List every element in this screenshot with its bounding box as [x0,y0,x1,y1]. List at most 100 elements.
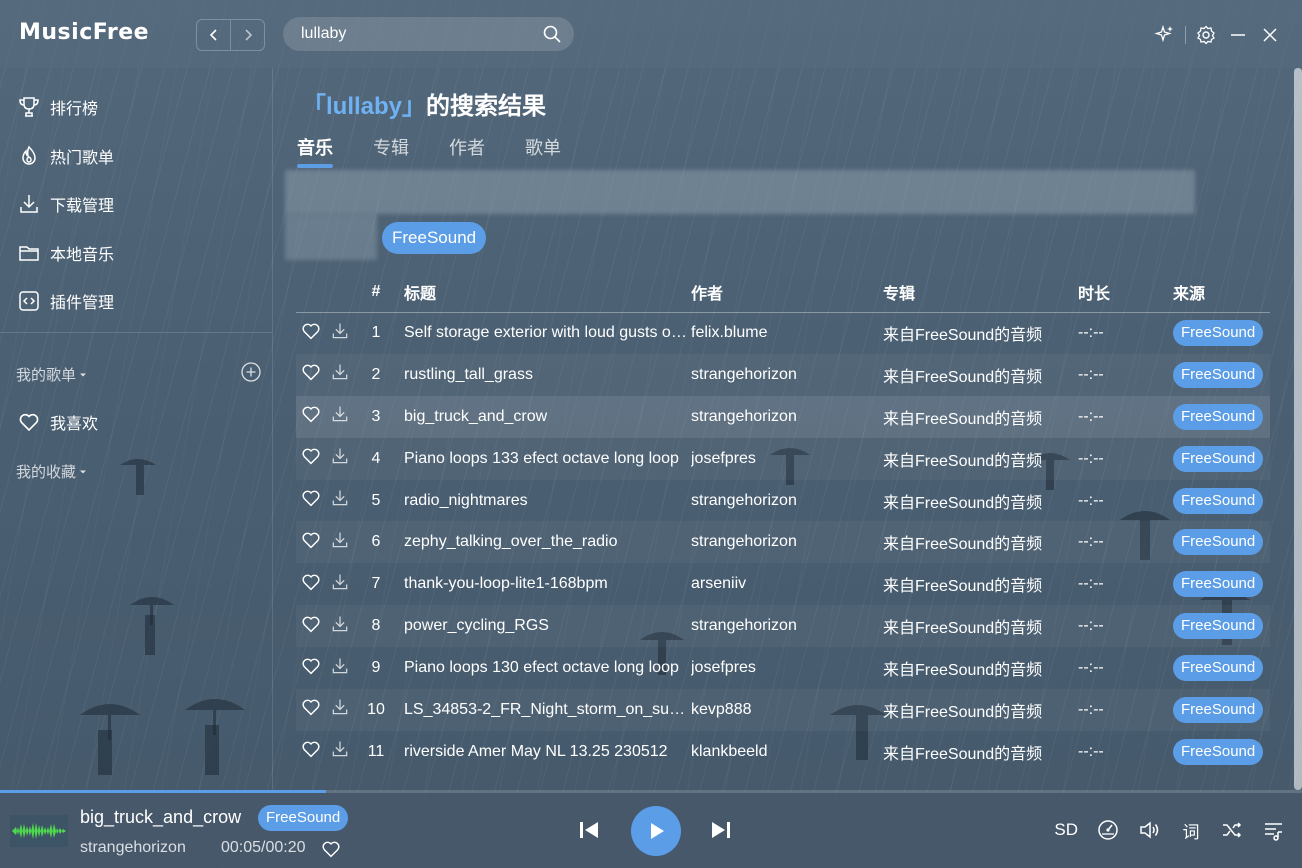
row-album[interactable]: 来自FreeSound的音频 [883,731,1076,773]
download-icon[interactable] [330,572,350,597]
shuffle-button[interactable] [1220,817,1244,843]
table-row[interactable]: 11 riverside Amer May NL 13.25 230512 klan… [296,731,1270,773]
row-artist[interactable]: strangehorizon [691,395,883,438]
download-icon[interactable] [330,321,350,346]
source-filter-freesound[interactable]: FreeSound [382,222,487,254]
sidebar-item-favorites[interactable]: 我喜欢 [16,407,98,437]
row-artist[interactable]: josefpres [691,647,883,689]
row-album[interactable]: 来自FreeSound的音频 [883,312,1076,354]
volume-button[interactable] [1138,817,1162,843]
sidebar-item-charts[interactable]: 排行榜 [16,92,98,122]
heart-icon[interactable] [300,738,322,765]
row-album[interactable]: 来自FreeSound的音频 [883,689,1076,731]
download-icon[interactable] [330,488,350,513]
download-icon[interactable] [330,404,350,429]
row-album[interactable]: 来自FreeSound的音频 [883,437,1076,480]
now-playing-title[interactable]: big_truck_and_crow [80,807,241,828]
row-album[interactable]: 来自FreeSound的音频 [883,395,1076,438]
row-source: FreeSound [1173,563,1270,605]
download-icon[interactable] [330,697,350,722]
row-artist[interactable]: strangehorizon [691,353,883,396]
row-artist[interactable]: strangehorizon [691,480,883,522]
table-row[interactable]: 6 zephy_talking_over_the_radio strangehori… [296,521,1270,564]
settings-button[interactable] [1190,22,1222,48]
heart-icon[interactable] [300,613,322,640]
table-row[interactable]: 3 big_truck_and_crow strangehorizon 来自FreeS… [296,395,1270,438]
heart-icon[interactable] [320,838,342,860]
scrollbar[interactable] [1294,68,1302,790]
row-album[interactable]: 来自FreeSound的音频 [883,521,1076,564]
my-collections-toggle[interactable]: 我的收藏 [16,461,87,482]
heart-icon[interactable] [300,696,322,723]
album-cover-waveform[interactable] [10,815,68,847]
table-header: # 标题 作者 专辑 时长 来源 [296,272,1270,313]
row-album[interactable]: 来自FreeSound的音频 [883,480,1076,522]
forward-button[interactable] [230,20,264,50]
row-title: rustling_tall_grass [404,353,691,396]
playlist-button[interactable] [1262,817,1286,843]
source-badge: FreeSound [1173,613,1264,640]
search-icon[interactable] [542,24,562,44]
sidebar-item-plugins[interactable]: 插件管理 [16,286,114,316]
heart-icon[interactable] [300,571,322,598]
download-icon[interactable] [330,656,350,681]
table-row[interactable]: 7 thank-you-loop-lite1-168bpm arseniiv 来自Fr… [296,563,1270,605]
minimize-button[interactable] [1222,22,1254,48]
row-album[interactable]: 来自FreeSound的音频 [883,353,1076,396]
theme-button[interactable] [1149,22,1181,48]
row-artist[interactable]: strangehorizon [691,605,883,648]
my-playlists-toggle[interactable]: 我的歌单 [16,364,87,385]
quality-toggle[interactable]: SD [1054,817,1078,843]
heart-icon[interactable] [300,320,322,347]
row-album[interactable]: 来自FreeSound的音频 [883,563,1076,605]
back-button[interactable] [197,20,230,50]
speed-button[interactable] [1096,817,1120,843]
heart-icon[interactable] [300,403,322,430]
row-album[interactable]: 来自FreeSound的音频 [883,605,1076,648]
heart-icon[interactable] [300,361,322,388]
tab-playlists[interactable]: 歌单 [525,134,561,160]
sidebar-item-downloads[interactable]: 下载管理 [16,189,114,219]
download-icon[interactable] [330,362,350,387]
row-artist[interactable]: arseniiv [691,563,883,605]
plugin-icon [16,288,42,314]
heart-icon[interactable] [300,445,322,472]
table-row[interactable]: 4 Piano loops 133 efect octave long loop j… [296,437,1270,480]
play-button[interactable] [631,806,681,856]
row-artist[interactable]: kevp888 [691,689,883,731]
download-icon[interactable] [330,739,350,764]
table-row[interactable]: 2 rustling_tall_grass strangehorizon 来自Free… [296,353,1270,396]
tab-albums[interactable]: 专辑 [373,134,409,160]
download-icon[interactable] [330,614,350,639]
row-album[interactable]: 来自FreeSound的音频 [883,647,1076,689]
lyrics-button[interactable]: 词 [1180,817,1202,843]
next-track-icon[interactable] [708,817,734,843]
heart-icon[interactable] [300,529,322,556]
row-actions [296,521,366,564]
tab-artists[interactable]: 作者 [449,134,485,160]
table-row[interactable]: 1 Self storage exterior with loud gusts o… [296,312,1270,354]
tab-music[interactable]: 音乐 [297,134,333,168]
table-row[interactable]: 10 LS_34853-2_FR_Night_storm_on_summer kev… [296,689,1270,731]
row-artist[interactable]: josefpres [691,437,883,480]
scrollbar-thumb[interactable] [1294,68,1302,790]
row-artist[interactable]: klankbeeld [691,731,883,773]
previous-track-icon[interactable] [576,817,602,843]
add-playlist-icon[interactable] [240,361,262,383]
row-artist[interactable]: felix.blume [691,312,883,354]
now-playing-artist[interactable]: strangehorizon [80,839,186,857]
search-input[interactable] [301,25,542,43]
download-icon[interactable] [330,446,350,471]
sidebar-item-local-music[interactable]: 本地音乐 [16,238,114,268]
row-artist[interactable]: strangehorizon [691,521,883,564]
table-row[interactable]: 5 radio_nightmares strangehorizon 来自FreeSou… [296,480,1270,522]
sidebar-item-hot-playlists[interactable]: 热门歌单 [16,141,114,171]
heart-icon[interactable] [300,487,322,514]
row-source: FreeSound [1173,437,1270,480]
download-icon[interactable] [330,530,350,555]
table-row[interactable]: 8 power_cycling_RGS strangehorizon 来自FreeSo… [296,605,1270,648]
close-button[interactable] [1254,22,1286,48]
table-row[interactable]: 9 Piano loops 130 efect octave long loop j… [296,647,1270,689]
my-collections-label: 我的收藏 [16,464,77,481]
heart-icon[interactable] [300,655,322,682]
